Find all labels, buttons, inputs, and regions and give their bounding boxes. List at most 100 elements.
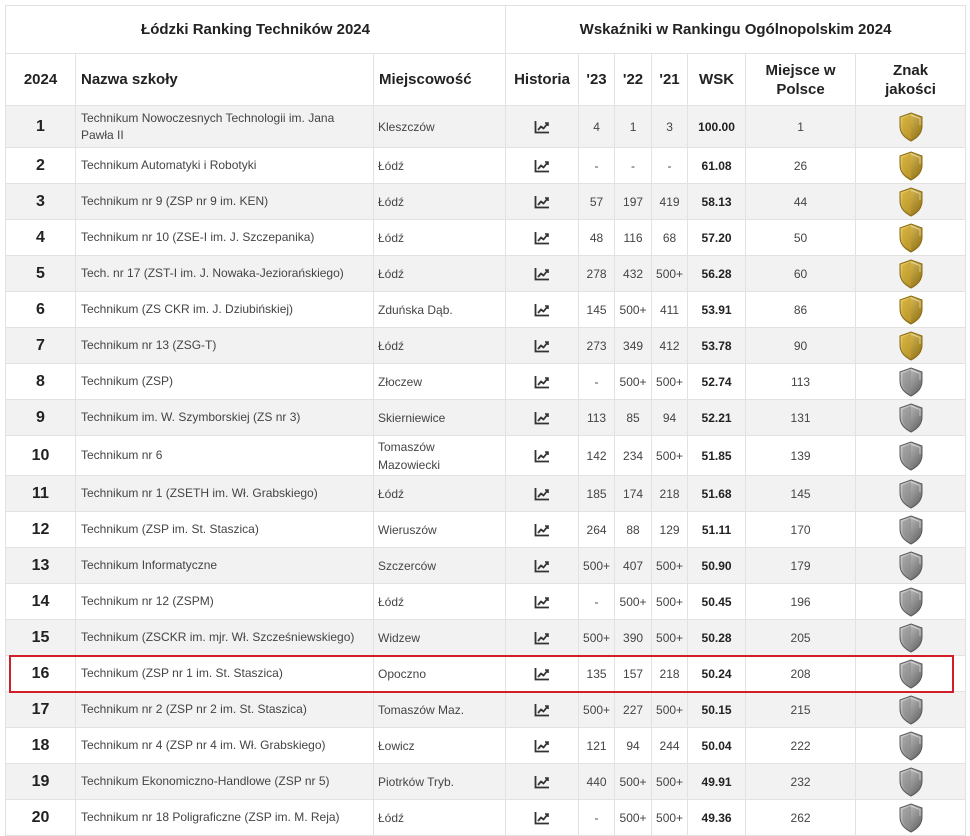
table-row[interactable]: 20 Technikum nr 18 Poligraficzne (ZSP im.… xyxy=(5,799,967,836)
col-2023-header[interactable]: '23 xyxy=(578,53,616,106)
wsk-score-cell: 50.28 xyxy=(687,619,747,656)
trend-chart-icon[interactable] xyxy=(534,739,550,753)
school-name-cell[interactable]: Technikum nr 13 (ZSG-T) xyxy=(75,327,374,364)
col-2021-header[interactable]: '21 xyxy=(651,53,689,106)
school-name-cell[interactable]: Technikum (ZSP im. St. Staszica) xyxy=(75,511,374,548)
table-row[interactable]: 5 Tech. nr 17 (ZST-I im. J. Nowaka-Jezior… xyxy=(5,255,967,292)
table-row[interactable]: 19 Technikum Ekonomiczno-Handlowe (ZSP nr… xyxy=(5,763,967,800)
trend-chart-icon[interactable] xyxy=(534,231,550,245)
trend-chart-icon[interactable] xyxy=(534,159,550,173)
school-name-cell[interactable]: Technikum nr 12 (ZSPM) xyxy=(75,583,374,620)
rank-2022-cell: 500+ xyxy=(614,291,653,328)
school-name-cell[interactable]: Technikum nr 4 (ZSP nr 4 im. Wł. Grabski… xyxy=(75,727,374,764)
table-row[interactable]: 3 Technikum nr 9 (ZSP nr 9 im. KEN) Łódź 57… xyxy=(5,183,967,220)
table-row[interactable]: 18 Technikum nr 4 (ZSP nr 4 im. Wł. Grabs… xyxy=(5,727,967,764)
trend-chart-icon[interactable] xyxy=(534,339,550,353)
history-cell[interactable] xyxy=(505,475,580,512)
col-city-header[interactable]: Miejscowość xyxy=(372,53,507,106)
wsk-score-cell: 56.28 xyxy=(687,255,747,292)
table-row[interactable]: 2 Technikum Automatyki i Robotyki Łódź - - -6… xyxy=(5,147,967,184)
table-row[interactable]: 11 Technikum nr 1 (ZSETH im. Wł. Grabskie… xyxy=(5,475,967,512)
school-name-cell[interactable]: Technikum nr 10 (ZSE-I im. J. Szczepanik… xyxy=(75,219,374,256)
history-cell[interactable] xyxy=(505,399,580,436)
history-cell[interactable] xyxy=(505,583,580,620)
table-row[interactable]: 13 Technikum Informatyczne Szczerców 500+ 40… xyxy=(5,547,967,584)
table-row[interactable]: 1 Technikum Nowoczesnych Technologii im. … xyxy=(5,105,967,148)
history-cell[interactable] xyxy=(505,547,580,584)
table-row[interactable]: 14 Technikum nr 12 (ZSPM) Łódź -500+ 500+ 50.… xyxy=(5,583,967,620)
table-row[interactable]: 16 Technikum (ZSP nr 1 im. St. Staszica) O… xyxy=(5,655,967,692)
history-cell[interactable] xyxy=(505,105,580,148)
table-row[interactable]: 8 Technikum (ZSP) Złoczew -500+ 500+ 52.74 113 xyxy=(5,363,967,400)
school-name-cell[interactable]: Technikum (ZSCKR im. mjr. Wł. Szcześniew… xyxy=(75,619,374,656)
shield-icon xyxy=(899,730,923,761)
col-rank-header[interactable]: 2024 xyxy=(5,53,76,106)
school-name-cell[interactable]: Technikum im. W. Szymborskiej (ZS nr 3) xyxy=(75,399,374,436)
history-cell[interactable] xyxy=(505,147,580,184)
history-cell[interactable] xyxy=(505,691,580,728)
trend-chart-icon[interactable] xyxy=(534,449,550,463)
school-name-cell[interactable]: Technikum Automatyki i Robotyki xyxy=(75,147,374,184)
table-row[interactable]: 10 Technikum nr 6 Tomaszów Mazowiecki 142 234… xyxy=(5,435,967,476)
trend-chart-icon[interactable] xyxy=(534,595,550,609)
table-row[interactable]: 7 Technikum nr 13 (ZSG-T) Łódź 273 349 412 53.… xyxy=(5,327,967,364)
school-name-cell[interactable]: Technikum (ZSP) xyxy=(75,363,374,400)
history-cell[interactable] xyxy=(505,727,580,764)
school-name-cell[interactable]: Technikum Informatyczne xyxy=(75,547,374,584)
trend-chart-icon[interactable] xyxy=(534,775,550,789)
table-row[interactable]: 17 Technikum nr 2 (ZSP nr 2 im. St. Stasz… xyxy=(5,691,967,728)
history-cell[interactable] xyxy=(505,363,580,400)
trend-chart-icon[interactable] xyxy=(534,811,550,825)
history-cell[interactable] xyxy=(505,255,580,292)
table-row[interactable]: 15 Technikum (ZSCKR im. mjr. Wł. Szcześni… xyxy=(5,619,967,656)
history-cell[interactable] xyxy=(505,327,580,364)
history-cell[interactable] xyxy=(505,291,580,328)
trend-chart-icon[interactable] xyxy=(534,303,550,317)
school-name-cell[interactable]: Technikum nr 6 xyxy=(75,435,374,476)
col-2022-header[interactable]: '22 xyxy=(614,53,653,106)
trend-chart-icon[interactable] xyxy=(534,631,550,645)
history-cell[interactable] xyxy=(505,435,580,476)
trend-chart-icon[interactable] xyxy=(534,523,550,537)
trend-chart-icon[interactable] xyxy=(534,559,550,573)
history-cell[interactable] xyxy=(505,183,580,220)
school-name-line: Pawła II xyxy=(81,127,124,142)
wsk-score-cell: 50.24 xyxy=(687,655,747,692)
rank-2023-cell: 57 xyxy=(578,183,616,220)
col-poland-rank-header[interactable]: Miejsce w Polsce xyxy=(745,53,857,106)
school-name-cell[interactable]: Technikum Nowoczesnych Technologii im. J… xyxy=(75,105,374,148)
history-cell[interactable] xyxy=(505,799,580,836)
school-name-cell[interactable]: Technikum nr 2 (ZSP nr 2 im. St. Staszic… xyxy=(75,691,374,728)
history-cell[interactable] xyxy=(505,619,580,656)
school-name-cell[interactable]: Technikum nr 1 (ZSETH im. Wł. Grabskiego… xyxy=(75,475,374,512)
group-header-row: Łódzki Ranking Techników 2024 Wskaźniki … xyxy=(4,5,967,54)
school-name-cell[interactable]: Technikum (ZSP nr 1 im. St. Staszica) xyxy=(75,655,374,692)
school-name-cell[interactable]: Technikum Ekonomiczno-Handlowe (ZSP nr 5… xyxy=(75,763,374,800)
trend-chart-icon[interactable] xyxy=(534,120,550,134)
history-cell[interactable] xyxy=(505,655,580,692)
trend-chart-icon[interactable] xyxy=(534,195,550,209)
trend-chart-icon[interactable] xyxy=(534,375,550,389)
school-name-cell[interactable]: Technikum (ZS CKR im. J. Dziubińskiej) xyxy=(75,291,374,328)
wsk-score-cell: 50.45 xyxy=(687,583,747,620)
school-name-line: Technikum nr 9 (ZSP nr 9 im. KEN) xyxy=(81,194,269,208)
school-name-line: Technikum (ZSP) xyxy=(81,374,174,388)
history-cell[interactable] xyxy=(505,763,580,800)
school-name-cell[interactable]: Technikum nr 18 Poligraficzne (ZSP im. M… xyxy=(75,799,374,836)
trend-chart-icon[interactable] xyxy=(534,267,550,281)
table-row[interactable]: 12 Technikum (ZSP im. St. Staszica) Wierus… xyxy=(5,511,967,548)
school-name-cell[interactable]: Technikum nr 9 (ZSP nr 9 im. KEN) xyxy=(75,183,374,220)
school-name-cell[interactable]: Tech. nr 17 (ZST-I im. J. Nowaka-Jeziora… xyxy=(75,255,374,292)
table-row[interactable]: 6 Technikum (ZS CKR im. J. Dziubińskiej) Z… xyxy=(5,291,967,328)
trend-chart-icon[interactable] xyxy=(534,487,550,501)
trend-chart-icon[interactable] xyxy=(534,411,550,425)
table-row[interactable]: 4 Technikum nr 10 (ZSE-I im. J. Szczepani… xyxy=(5,219,967,256)
table-row[interactable]: 9 Technikum im. W. Szymborskiej (ZS nr 3)… xyxy=(5,399,967,436)
trend-chart-icon[interactable] xyxy=(534,667,550,681)
history-cell[interactable] xyxy=(505,219,580,256)
trend-chart-icon[interactable] xyxy=(534,703,550,717)
history-cell[interactable] xyxy=(505,511,580,548)
col-wsk-header[interactable]: WSK xyxy=(687,53,747,106)
col-name-header[interactable]: Nazwa szkoły xyxy=(75,53,374,106)
city-cell: Szczerców xyxy=(372,547,507,584)
